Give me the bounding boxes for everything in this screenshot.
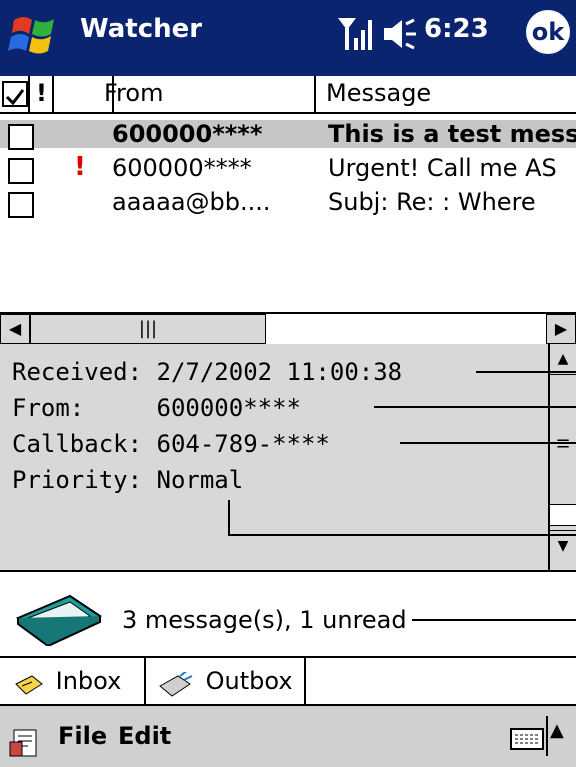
keyboard-icon[interactable] — [510, 728, 544, 750]
column-divider — [112, 76, 114, 112]
row-message: Urgent! Call me AS — [328, 154, 557, 182]
callout-line — [412, 619, 576, 621]
message-list-header: ! From Message — [0, 76, 576, 114]
row-checkbox[interactable] — [8, 192, 34, 218]
priority-icon: ! — [36, 79, 47, 107]
folder-tabs: Inbox Outbox — [0, 656, 576, 706]
checkmark-icon — [5, 89, 25, 106]
new-message-icon[interactable] — [8, 726, 42, 760]
tab-outbox[interactable]: Outbox — [146, 658, 306, 706]
status-text: 3 message(s), 1 unread — [122, 606, 407, 634]
urgent-priority-icon: ! — [74, 152, 86, 182]
input-panel-arrow-icon[interactable]: ▲ — [550, 720, 564, 741]
row-checkbox[interactable] — [8, 158, 34, 184]
menu-divider — [546, 716, 548, 756]
from-column-header[interactable]: From — [54, 76, 316, 112]
tab-inbox[interactable]: Inbox — [0, 658, 146, 706]
list-item[interactable]: ! 600000**** Urgent! Call me AS — [0, 152, 576, 184]
callback-line: Callback: 604-789-**** — [12, 430, 330, 458]
priority-line: Priority: Normal — [12, 466, 244, 494]
list-item[interactable]: aaaaa@bb.... Subj: Re: : Where — [0, 188, 576, 218]
menu-file[interactable]: File — [58, 722, 107, 750]
scroll-right-arrow-icon[interactable]: ▶ — [546, 314, 576, 344]
scroll-left-arrow-icon[interactable]: ◀ — [0, 314, 30, 344]
app-title: Watcher — [80, 14, 203, 44]
ok-button[interactable]: ok — [526, 10, 570, 54]
row-from: 600000**** — [112, 154, 252, 182]
speaker-icon[interactable] — [380, 16, 418, 52]
row-checkbox[interactable] — [8, 124, 34, 150]
tab-label: Inbox — [55, 667, 122, 695]
row-message: This is a test mess — [328, 120, 576, 148]
priority-column-header[interactable]: ! — [30, 76, 54, 112]
callout-line — [228, 500, 230, 536]
scroll-track[interactable] — [550, 504, 576, 526]
scroll-thumb[interactable]: ||| — [30, 314, 266, 344]
row-message: Subj: Re: : Where — [328, 188, 536, 216]
signal-strength-icon[interactable] — [336, 14, 376, 54]
message-column-header[interactable]: Message — [316, 76, 576, 112]
start-menu-icon[interactable] — [4, 6, 66, 68]
inbox-tray-icon — [15, 594, 103, 646]
tab-label: Outbox — [205, 667, 293, 695]
select-all-column[interactable] — [0, 76, 30, 112]
outbox-icon — [158, 669, 198, 697]
menu-edit[interactable]: Edit — [118, 722, 171, 750]
message-details-pane: Received: 2/7/2002 11:00:38 From: 600000… — [0, 344, 548, 572]
inbox-icon — [14, 669, 48, 695]
list-item[interactable]: 600000**** This is a test mess — [0, 120, 576, 150]
title-bar: Watcher 6:23 ok — [0, 0, 576, 76]
callout-line — [476, 371, 576, 373]
horizontal-scrollbar[interactable]: ◀ ||| ▶ — [0, 312, 576, 346]
clock[interactable]: 6:23 — [424, 14, 489, 44]
vertical-scrollbar[interactable]: ▲ ≡ ▼ — [548, 344, 576, 572]
received-line: Received: 2/7/2002 11:00:38 — [12, 358, 403, 386]
row-from: 600000**** — [112, 120, 263, 148]
callout-line — [374, 406, 576, 408]
callout-line — [228, 534, 576, 536]
row-from: aaaaa@bb.... — [112, 188, 271, 216]
scroll-thumb-grip-icon[interactable]: ≡ — [550, 430, 576, 458]
select-all-checkbox[interactable] — [2, 81, 28, 107]
from-line: From: 600000**** — [12, 394, 301, 422]
menu-bar: File Edit ▲ — [0, 704, 576, 767]
callout-line — [400, 442, 576, 444]
